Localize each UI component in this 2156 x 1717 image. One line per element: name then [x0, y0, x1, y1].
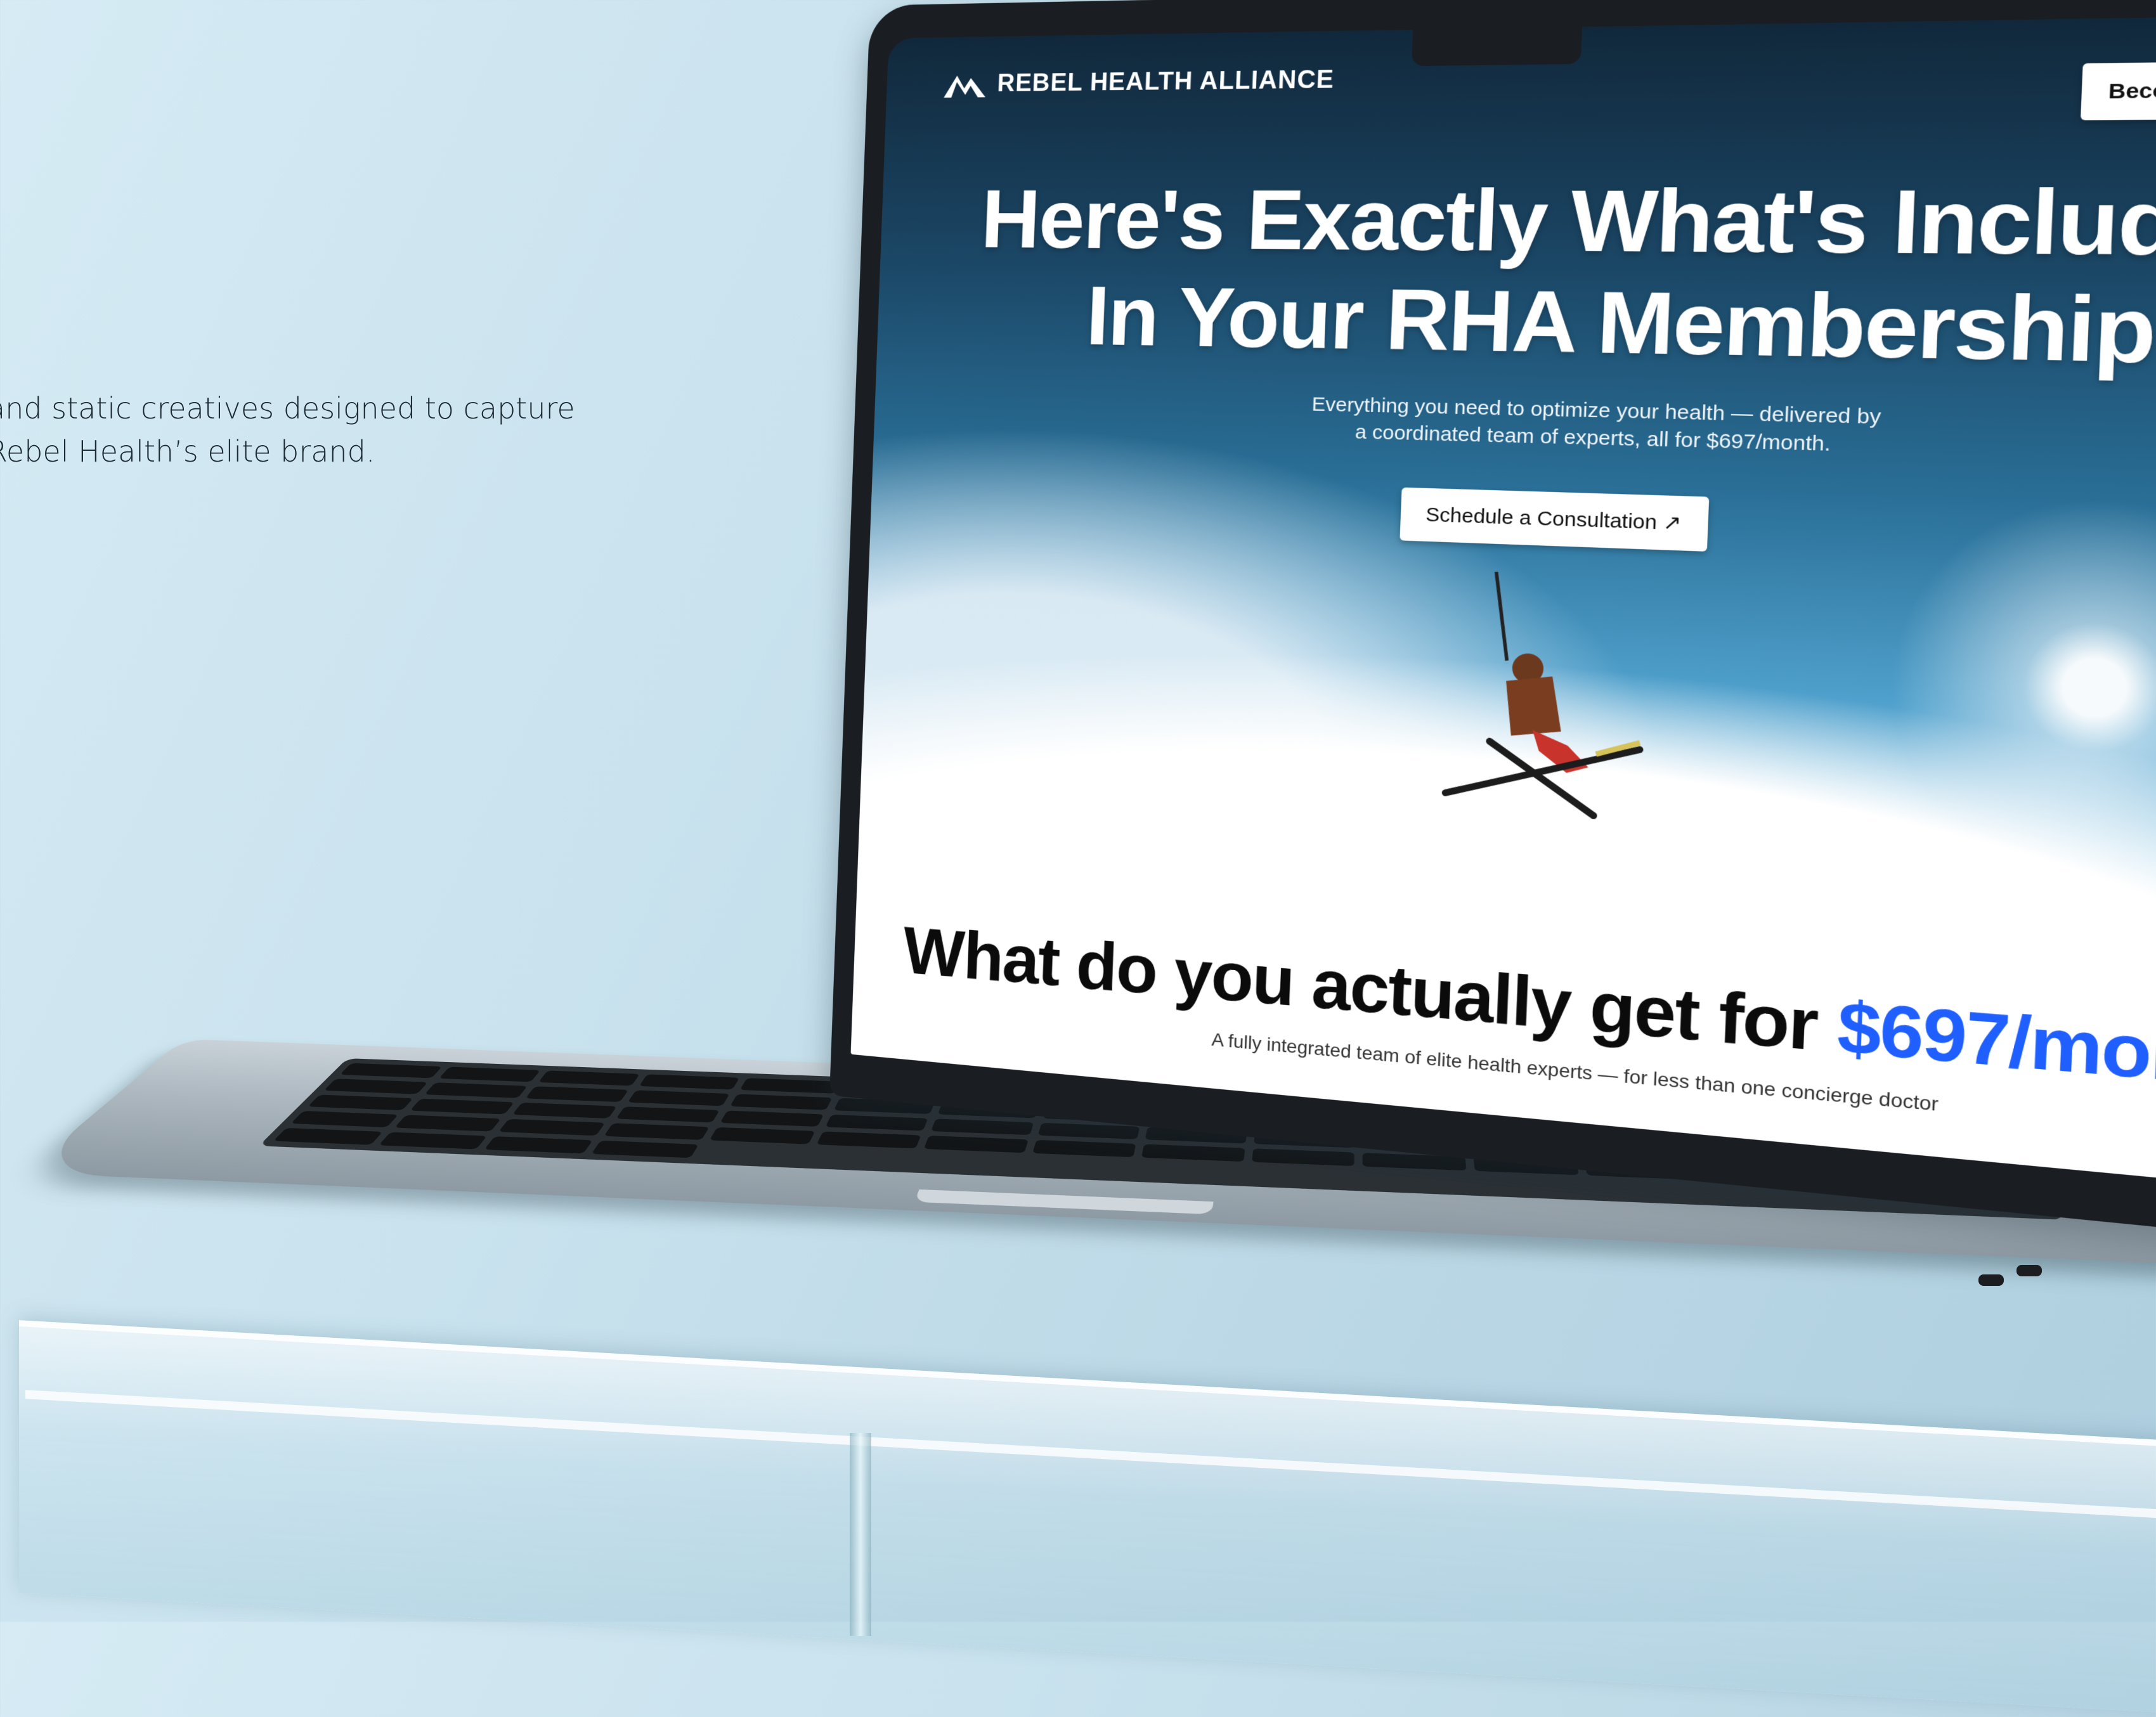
- brand-logo[interactable]: REBEL HEALTH ALLIANCE: [942, 65, 1335, 100]
- hero-subtitle: Everything you need to optimize your hea…: [874, 382, 2156, 474]
- brand-name: REBEL HEALTH ALLIANCE: [997, 65, 1335, 98]
- hero-title-line-1: Here's Exactly What's Included: [880, 169, 2156, 280]
- laptop: REBEL HEALTH ALLIANCE Become a Rebel ↗ H…: [850, 0, 2156, 1458]
- camera-notch: [1412, 27, 1582, 66]
- usb-c-port: [2016, 1265, 2042, 1276]
- mountain-logo-icon: [942, 69, 987, 99]
- become-a-rebel-button[interactable]: Become a Rebel ↗: [2081, 60, 2156, 120]
- shelf-post: [850, 1433, 871, 1636]
- laptop-lid: REBEL HEALTH ALLIANCE Become a Rebel ↗ H…: [829, 0, 2156, 1252]
- section-title: What do you actually get for $697/month?: [854, 909, 2156, 1117]
- hero-title: Here's Exactly What's Included In Your R…: [876, 169, 2156, 389]
- laptop-screen: REBEL HEALTH ALLIANCE Become a Rebel ↗ H…: [851, 13, 2156, 1199]
- usb-c-port: [1978, 1274, 2004, 1286]
- schedule-consultation-button[interactable]: Schedule a Consultation ↗: [1399, 488, 1709, 552]
- side-copy-line-2: Rebel Health’s elite brand.: [0, 430, 571, 473]
- hero-title-line-2: In Your RHA Membership: [876, 266, 2156, 389]
- skier-image: [1424, 569, 1661, 826]
- side-copy-line-1: and static creatives designed to capture: [0, 387, 571, 430]
- side-copy: and static creatives designed to capture…: [0, 387, 571, 473]
- trackpad-lip: [914, 1189, 1214, 1214]
